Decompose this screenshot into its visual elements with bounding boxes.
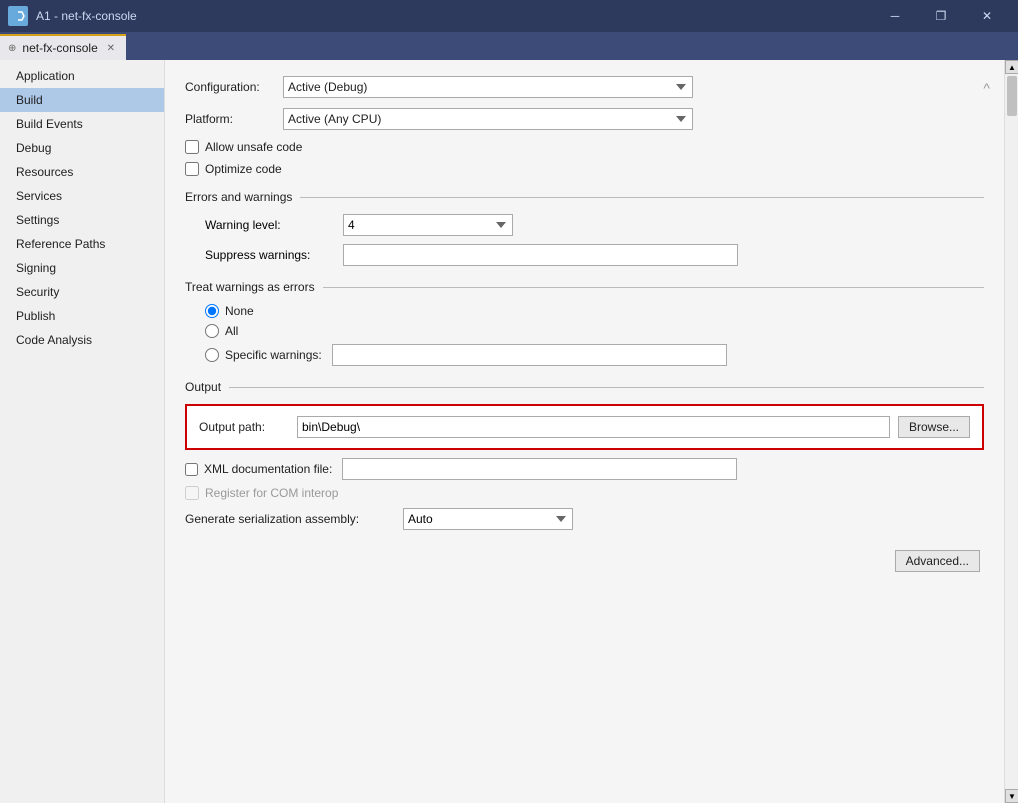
sidebar: Application Build Build Events Debug Res… [0,60,165,803]
errors-warnings-divider: Errors and warnings [185,190,984,204]
main-container: Application Build Build Events Debug Res… [0,60,1018,803]
suppress-warnings-input[interactable] [343,244,738,266]
errors-warnings-label: Errors and warnings [185,190,292,204]
register-com-row: Register for COM interop [185,486,984,500]
suppress-warnings-label: Suppress warnings: [205,248,335,262]
advanced-row: Advanced... [185,550,984,572]
configuration-select[interactable]: Active (Debug) [283,76,693,98]
optimize-code-label: Optimize code [205,162,282,176]
window-title: A1 - net-fx-console [36,9,872,23]
tab-label: net-fx-console [22,41,97,55]
close-button[interactable]: ✕ [964,0,1010,32]
gen-serial-select[interactable]: Auto On Off [403,508,573,530]
output-path-label: Output path: [199,420,289,434]
sidebar-item-application[interactable]: Application [0,64,164,88]
configuration-label: Configuration: [185,80,275,94]
specific-radio-row: Specific warnings: [205,344,984,366]
none-radio[interactable] [205,304,219,318]
none-radio-row: None [205,304,984,318]
errors-warnings-line [300,197,984,198]
sidebar-item-settings[interactable]: Settings [0,208,164,232]
sidebar-item-reference-paths[interactable]: Reference Paths [0,232,164,256]
sidebar-item-code-analysis[interactable]: Code Analysis [0,328,164,352]
xml-doc-label: XML documentation file: [204,462,332,476]
file-tab[interactable]: ⊕ net-fx-console ✕ [0,34,126,60]
restore-button[interactable]: ❐ [918,0,964,32]
tab-bar: ⊕ net-fx-console ✕ [0,32,1018,60]
sidebar-item-debug[interactable]: Debug [0,136,164,160]
sidebar-item-resources[interactable]: Resources [0,160,164,184]
warning-level-row: Warning level: 4 0 1 2 3 [185,214,984,236]
specific-warnings-label: Specific warnings: [225,348,322,362]
treat-warnings-radio-group: None All Specific warnings: [185,304,984,366]
sidebar-item-security[interactable]: Security [0,280,164,304]
register-com-label: Register for COM interop [205,486,338,500]
optimize-code-row: Optimize code [185,162,984,176]
treat-warnings-divider: Treat warnings as errors [185,280,984,294]
platform-select[interactable]: Active (Any CPU) [283,108,693,130]
gen-serial-row: Generate serialization assembly: Auto On… [185,508,984,530]
app-icon [8,6,28,26]
all-radio-row: All [205,324,984,338]
xml-doc-row: XML documentation file: [185,458,984,480]
sidebar-item-publish[interactable]: Publish [0,304,164,328]
configuration-row: Configuration: Active (Debug) [185,76,984,98]
advanced-button[interactable]: Advanced... [895,550,980,572]
browse-button[interactable]: Browse... [898,416,970,438]
warning-level-select[interactable]: 4 0 1 2 3 [343,214,513,236]
platform-label: Platform: [185,112,275,126]
optimize-code-checkbox[interactable] [185,162,199,176]
gen-serial-label: Generate serialization assembly: [185,512,395,526]
minimize-button[interactable]: ─ [872,0,918,32]
sidebar-item-build[interactable]: Build [0,88,164,112]
xml-doc-checkbox[interactable] [185,463,198,476]
specific-radio[interactable] [205,348,219,362]
allow-unsafe-code-checkbox[interactable] [185,140,199,154]
output-path-row: Output path: Browse... [199,416,970,438]
allow-unsafe-code-row: Allow unsafe code [185,140,984,154]
scroll-down-button[interactable]: ▼ [1005,789,1018,803]
sidebar-item-signing[interactable]: Signing [0,256,164,280]
treat-warnings-label: Treat warnings as errors [185,280,315,294]
scroll-thumb[interactable] [1007,76,1017,116]
all-label: All [225,324,238,338]
output-label: Output [185,380,221,394]
platform-row: Platform: Active (Any CPU) [185,108,984,130]
warning-level-label: Warning level: [205,218,335,232]
output-divider: Output [185,380,984,394]
output-line [229,387,984,388]
register-com-checkbox[interactable] [185,486,199,500]
scroll-up-button[interactable]: ▲ [1005,60,1018,74]
window-controls: ─ ❐ ✕ [872,0,1010,32]
none-label: None [225,304,254,318]
output-box: Output path: Browse... [185,404,984,450]
sidebar-item-services[interactable]: Services [0,184,164,208]
sidebar-item-build-events[interactable]: Build Events [0,112,164,136]
content-area: Configuration: Active (Debug) Platform: … [165,60,1004,803]
treat-warnings-line [323,287,984,288]
tab-close-button[interactable]: ✕ [104,41,118,55]
scroll-track [1005,74,1018,789]
title-bar: A1 - net-fx-console ─ ❐ ✕ [0,0,1018,32]
all-radio[interactable] [205,324,219,338]
pin-icon: ⊕ [8,43,16,54]
xml-doc-input[interactable] [342,458,737,480]
output-path-input[interactable] [297,416,890,438]
allow-unsafe-code-label: Allow unsafe code [205,140,302,154]
vertical-scrollbar[interactable]: ▲ ▼ [1004,60,1018,803]
specific-warnings-input[interactable] [332,344,727,366]
suppress-warnings-row: Suppress warnings: [185,244,984,266]
